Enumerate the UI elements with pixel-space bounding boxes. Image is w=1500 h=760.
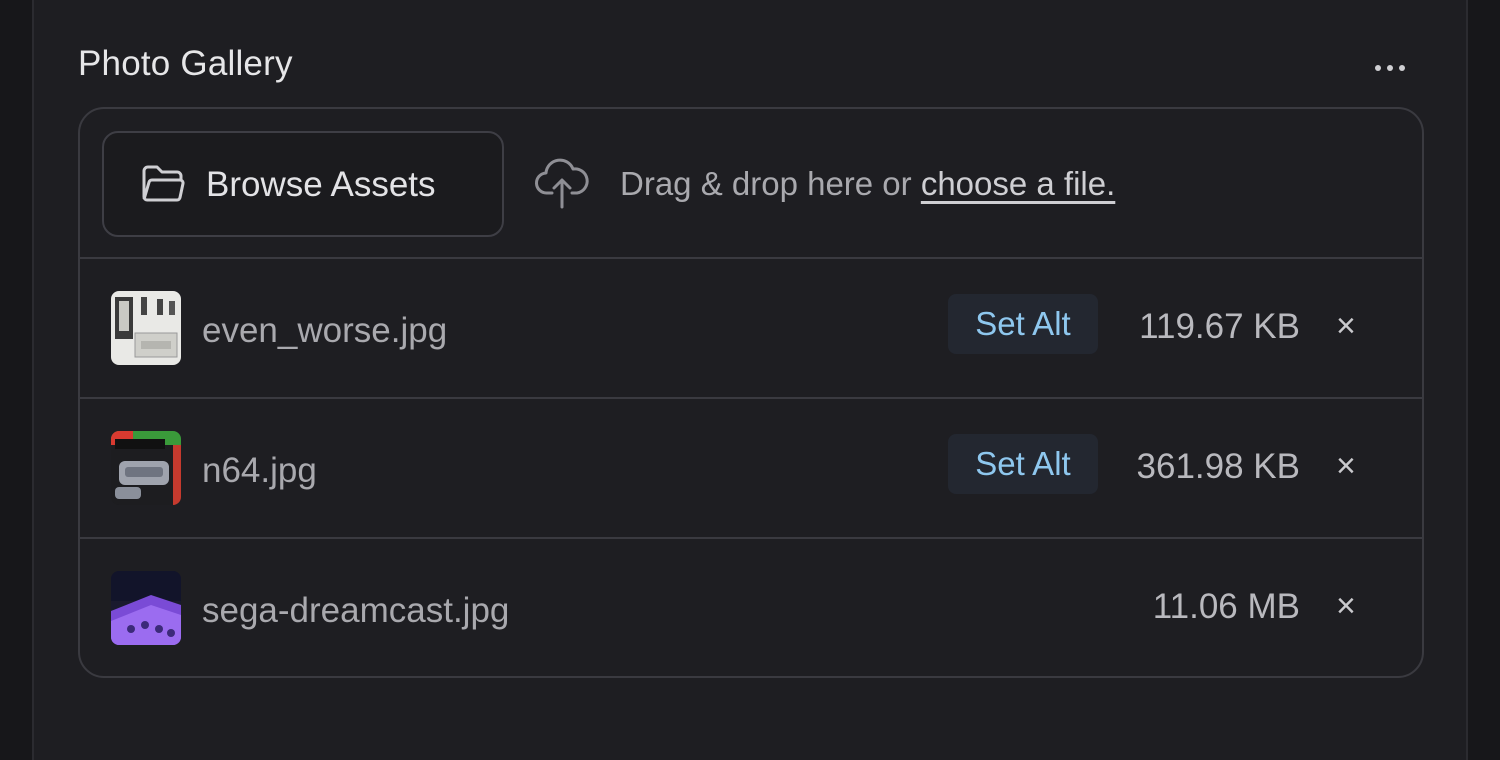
file-name: n64.jpg (202, 451, 317, 490)
gallery-box: Browse Assets Drag & drop here or choose… (78, 107, 1424, 678)
file-size: 119.67 KB (1139, 307, 1300, 346)
file-thumbnail (111, 571, 181, 645)
set-alt-button[interactable]: Set Alt (948, 294, 1098, 354)
set-alt-button[interactable]: Set Alt (948, 434, 1098, 494)
close-icon[interactable]: × (1336, 447, 1356, 486)
cloud-upload-icon (534, 153, 590, 214)
close-icon[interactable]: × (1336, 307, 1356, 346)
file-size: 11.06 MB (1152, 587, 1300, 626)
file-size: 361.98 KB (1136, 447, 1300, 486)
more-options-icon[interactable] (1370, 58, 1410, 78)
file-row: n64.jpg Set Alt 361.98 KB × (80, 399, 1422, 539)
panel-title: Photo Gallery (78, 44, 293, 83)
file-name: even_worse.jpg (202, 311, 448, 350)
file-row: even_worse.jpg Set Alt 119.67 KB × (80, 259, 1422, 399)
file-thumbnail (111, 431, 181, 505)
browse-assets-label: Browse Assets (206, 165, 436, 204)
drop-text: Drag & drop here or (620, 165, 921, 202)
file-row: sega-dreamcast.jpg 11.06 MB × (80, 539, 1422, 676)
drop-hint: Drag & drop here or choose a file. (620, 165, 1115, 203)
close-icon[interactable]: × (1336, 587, 1356, 626)
file-thumbnail (111, 291, 181, 365)
upload-area[interactable]: Browse Assets Drag & drop here or choose… (80, 109, 1422, 259)
folder-icon (141, 163, 185, 208)
photo-gallery-panel: Photo Gallery Browse Assets Drag & drop … (32, 0, 1468, 760)
file-name: sega-dreamcast.jpg (202, 591, 510, 630)
browse-assets-button[interactable]: Browse Assets (102, 131, 504, 237)
choose-file-link[interactable]: choose a file. (921, 165, 1115, 202)
